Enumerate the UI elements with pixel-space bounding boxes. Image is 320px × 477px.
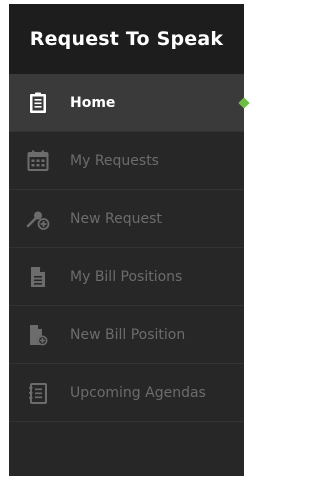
nav-menu: Home My Requests New Request My Bill Pos… [9,74,250,422]
calendar-icon [25,148,51,174]
nav-item-home[interactable]: Home [9,74,250,132]
nav-item-upcoming-agendas[interactable]: Upcoming Agendas [9,364,244,422]
document-plus-icon [25,322,51,348]
microphone-plus-icon [25,206,51,232]
agenda-icon [25,380,51,406]
nav-item-new-request[interactable]: New Request [9,190,244,248]
active-indicator [238,96,250,109]
nav-item-label: My Bill Positions [70,268,183,285]
app-title: Request To Speak [9,4,244,74]
nav-item-label: My Requests [70,152,159,169]
nav-item-my-requests[interactable]: My Requests [9,132,244,190]
side-navigation: Request To Speak Home My Requests New Re… [9,4,250,476]
nav-item-label: Home [70,94,116,111]
nav-item-label: Upcoming Agendas [70,384,206,401]
nav-item-label: New Request [70,210,162,227]
nav-item-my-bill-positions[interactable]: My Bill Positions [9,248,244,306]
clipboard-icon [25,90,51,116]
nav-item-label: New Bill Position [70,326,186,343]
nav-item-new-bill-position[interactable]: New Bill Position [9,306,244,364]
document-icon [25,264,51,290]
